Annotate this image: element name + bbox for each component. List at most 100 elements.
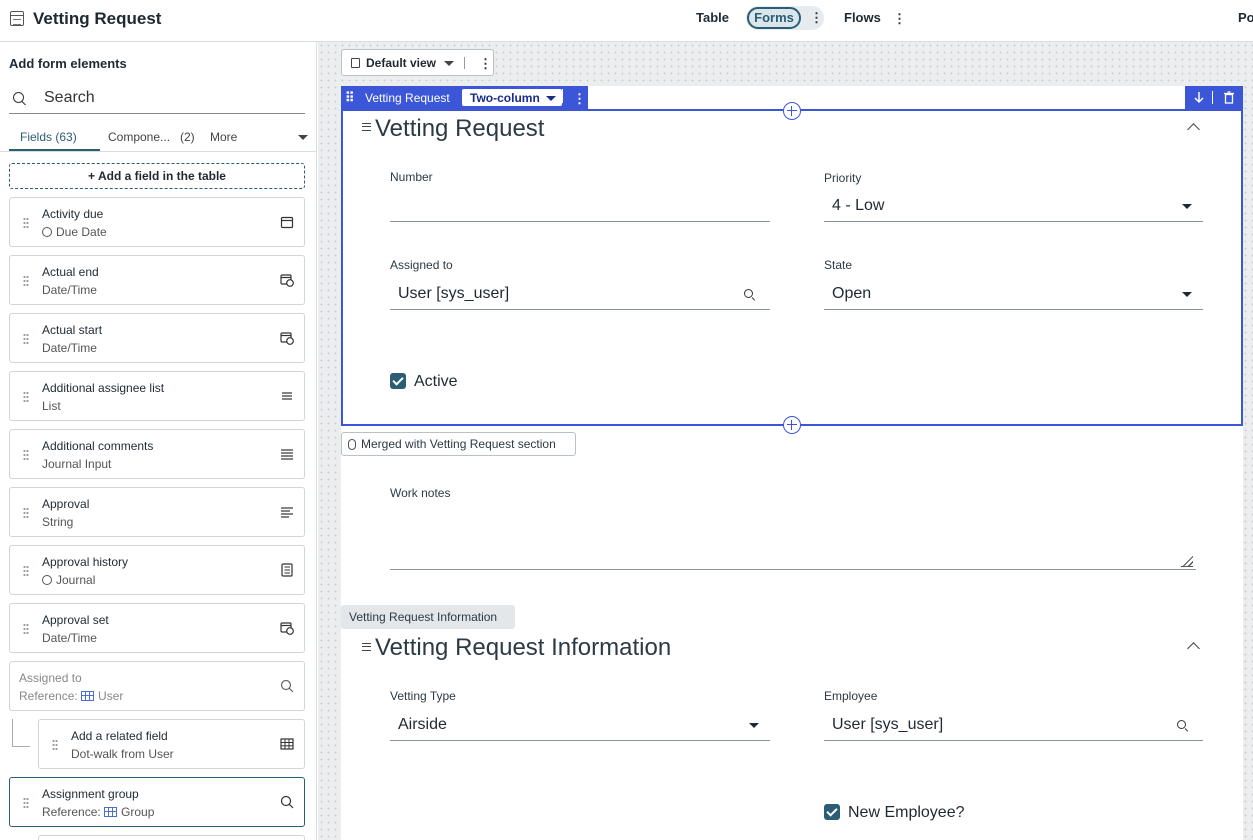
link-icon — [348, 439, 356, 450]
drag-handle-icon[interactable] — [23, 565, 29, 577]
chevron-down-icon[interactable] — [749, 723, 759, 728]
vetting-type-label: Vetting Type — [390, 689, 456, 703]
divider — [464, 57, 465, 69]
active-checkbox[interactable] — [390, 373, 406, 389]
view-more-icon[interactable]: ⋮ — [479, 57, 492, 70]
field-type: Date/Time — [42, 341, 97, 355]
field-name: Assignment group — [42, 787, 139, 801]
field-card-assigned-to[interactable]: Assigned to Reference: User — [9, 661, 305, 711]
tab-fields[interactable]: Fields (63) — [20, 130, 77, 144]
header-truncated-text[interactable]: Po — [1238, 10, 1253, 25]
field-card-additional-comments[interactable]: Additional comments Journal Input — [9, 429, 305, 479]
chevron-down-icon[interactable] — [546, 96, 556, 101]
section-actions — [1185, 86, 1243, 109]
section-toolbar-name: Vetting Request — [365, 91, 450, 105]
table-icon — [104, 807, 118, 817]
section-drag-icon[interactable]: ⠿ — [345, 91, 355, 104]
field-name: Assigned to — [19, 671, 82, 685]
tab-components-count[interactable]: (2) — [180, 130, 195, 144]
forms-more-icon[interactable]: ⋮ — [810, 11, 823, 24]
lines-icon — [281, 449, 293, 460]
selected-section[interactable] — [341, 109, 1243, 426]
field-name: Additional comments — [42, 439, 154, 453]
section-toolbar: ⠿ Vetting Request Two-column ⋮ — [341, 86, 588, 109]
search-input[interactable] — [44, 86, 294, 110]
work-notes-field[interactable] — [390, 538, 1196, 570]
add-field-button[interactable]: + Add a field in the table — [9, 163, 305, 189]
field-type: Dot-walk from User — [71, 747, 174, 761]
field-name: Approval set — [42, 613, 109, 627]
field-name: Approval history — [42, 555, 129, 569]
calendar-clock-icon — [280, 332, 294, 345]
drag-handle-icon[interactable] — [23, 391, 29, 403]
layout-selector[interactable]: Two-column — [462, 89, 562, 106]
tab-forms[interactable]: Forms — [747, 7, 801, 29]
move-down-icon[interactable] — [1193, 91, 1205, 104]
assigned-to-value: User [sys_user] — [398, 285, 510, 302]
priority-label: Priority — [824, 171, 862, 185]
chevron-down-icon[interactable] — [1182, 292, 1192, 297]
merged-text: Merged with Vetting Request section — [361, 437, 556, 451]
field-card-actual-start[interactable]: Actual start Date/Time — [9, 313, 305, 363]
field-card-add-related-field[interactable]: Add a related field Dot-walk from User — [38, 719, 305, 769]
divider — [562, 89, 563, 103]
view-selector[interactable]: Default view ⋮ — [341, 49, 494, 76]
tab-more[interactable]: More — [210, 130, 237, 144]
search-icon[interactable] — [744, 289, 753, 298]
drag-handle-icon[interactable] — [23, 507, 29, 519]
drag-handle-icon[interactable] — [23, 333, 29, 345]
field-name: Actual end — [42, 265, 99, 279]
chevron-down-icon[interactable] — [1182, 204, 1192, 209]
tab-components[interactable]: Compone... — [108, 130, 170, 144]
tab-table[interactable]: Table — [696, 10, 729, 25]
field-card-approval-history[interactable]: Approval history Journal — [9, 545, 305, 595]
new-employee-checkbox[interactable] — [824, 804, 840, 820]
section-drag-icon[interactable] — [362, 643, 371, 651]
panel-heading: Add form elements — [9, 56, 127, 71]
new-employee-label: New Employee? — [848, 804, 965, 821]
add-above-icon[interactable] — [783, 102, 801, 120]
field-type: Reference: User — [19, 689, 124, 703]
field-card-activity-due[interactable]: Activity due Due Date — [9, 197, 305, 247]
flows-more-icon[interactable]: ⋮ — [893, 12, 906, 25]
field-card-assignment-group[interactable]: Assignment group Reference: Group — [9, 777, 305, 827]
search-icon — [280, 795, 294, 809]
field-card-approval-set[interactable]: Approval set Date/Time — [9, 603, 305, 653]
add-below-icon[interactable] — [783, 416, 801, 434]
field-name: Activity due — [42, 207, 104, 221]
field-type: Date/Time — [42, 283, 97, 297]
state-select[interactable] — [824, 278, 1203, 310]
field-card-approval[interactable]: Approval String — [9, 487, 305, 537]
drag-handle-icon[interactable] — [23, 797, 29, 809]
search-icon[interactable] — [1177, 720, 1186, 729]
drag-handle-icon[interactable] — [23, 623, 29, 635]
field-card-actual-end[interactable]: Actual end Date/Time — [9, 255, 305, 305]
section-title: Vetting Request — [375, 115, 545, 142]
drag-handle-icon[interactable] — [23, 275, 29, 287]
field-name: Approval — [42, 497, 90, 511]
section-drag-icon[interactable] — [362, 123, 371, 131]
priority-value: 4 - Low — [832, 197, 885, 214]
tab-flows[interactable]: Flows — [844, 10, 881, 25]
number-field[interactable] — [390, 190, 770, 222]
tabs-dropdown-icon[interactable] — [298, 135, 308, 140]
delete-icon[interactable] — [1223, 91, 1235, 104]
chevron-down-icon[interactable] — [444, 61, 454, 66]
employee-value: User [sys_user] — [832, 716, 944, 733]
field-card-additional-assignee-list[interactable]: Additional assignee list List — [9, 371, 305, 421]
field-type: List — [42, 399, 61, 413]
drag-handle-icon[interactable] — [23, 217, 29, 229]
search-icon — [280, 679, 294, 693]
resize-handle-icon[interactable] — [1181, 555, 1193, 567]
drag-handle-icon[interactable] — [23, 449, 29, 461]
calendar-clock-icon — [280, 274, 294, 287]
vetting-type-select[interactable] — [390, 709, 770, 741]
state-value: Open — [832, 285, 872, 302]
drag-handle-icon[interactable] — [52, 739, 58, 751]
merged-section-tag: Merged with Vetting Request section — [341, 432, 576, 456]
field-type: Due Date — [42, 225, 107, 239]
dot-walk-connector — [12, 719, 30, 747]
active-tab-indicator — [9, 149, 100, 151]
section-more-icon[interactable]: ⋮ — [573, 92, 586, 105]
top-header: Vetting Request Table Forms ⋮ Flows ⋮ Po — [0, 0, 1253, 42]
